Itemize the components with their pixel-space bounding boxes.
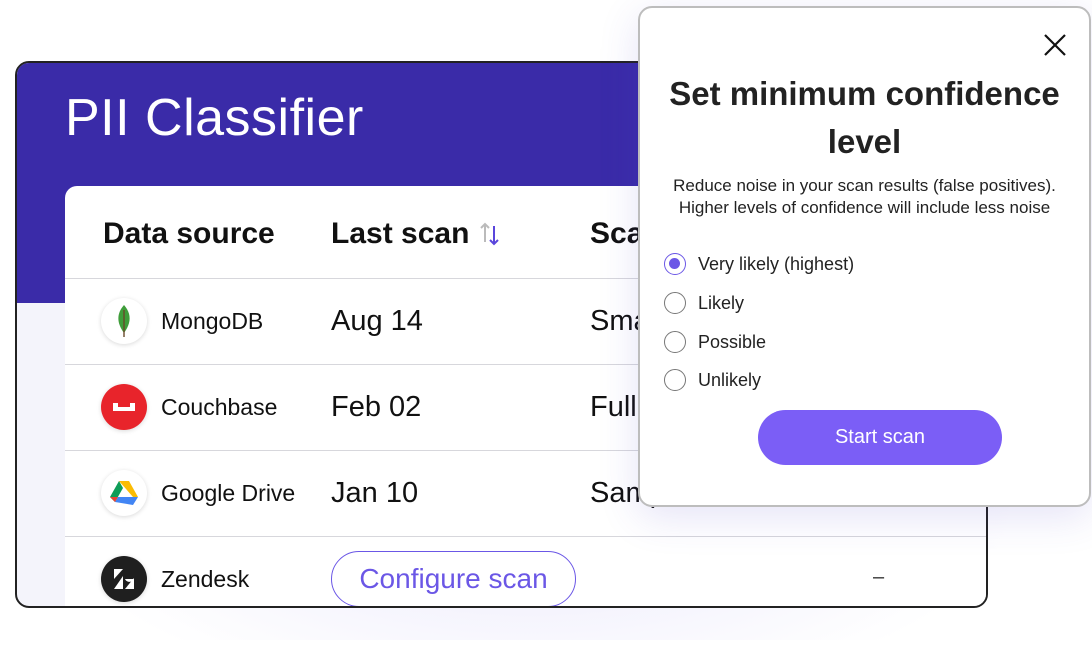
- column-header-last-scan-label: Last scan: [331, 217, 470, 250]
- column-header-data-source: Data source: [103, 217, 275, 250]
- option-label: Likely: [698, 292, 745, 313]
- table-row[interactable]: Zendesk Configure scan –: [65, 536, 986, 606]
- last-scan-date: Feb 02: [331, 391, 422, 423]
- configure-scan-button[interactable]: Configure scan: [331, 551, 576, 606]
- option-likely[interactable]: Likely: [664, 289, 744, 317]
- option-label: Possible: [698, 331, 767, 352]
- option-label: Unlikely: [698, 369, 762, 390]
- modal-description-line: Higher levels of confidence will include…: [678, 198, 1051, 217]
- confidence-level-modal: Set minimum confidence level Reduce nois…: [638, 6, 1091, 507]
- close-icon[interactable]: [1040, 30, 1070, 60]
- start-scan-button[interactable]: Start scan: [758, 410, 1002, 465]
- option-unlikely[interactable]: Unlikely: [664, 366, 761, 394]
- modal-description-line: Reduce noise in your scan results (false…: [673, 176, 1056, 195]
- google-drive-icon: [101, 470, 147, 516]
- radio-button[interactable]: [664, 331, 686, 353]
- radio-button[interactable]: [664, 369, 686, 391]
- mongodb-leaf-icon: [101, 298, 147, 344]
- couchbase-icon: [101, 384, 147, 430]
- option-very-likely[interactable]: Very likely (highest): [664, 250, 854, 278]
- source-name: Google Drive: [161, 480, 296, 506]
- source-name: Zendesk: [161, 566, 250, 592]
- last-scan-date: Jan 10: [331, 477, 419, 509]
- sort-icon[interactable]: [479, 220, 501, 248]
- radio-button[interactable]: [664, 292, 686, 314]
- modal-title: Set minimum confidence level: [669, 75, 1060, 160]
- scan-type: Full: [590, 391, 637, 423]
- app-title: PII Classifier: [65, 89, 364, 147]
- last-scan-date: Aug 14: [331, 305, 423, 337]
- option-possible[interactable]: Possible: [664, 328, 766, 356]
- scan-type-empty: –: [873, 566, 885, 588]
- column-header-last-scan[interactable]: Last scan: [331, 217, 501, 251]
- modal-description: Reduce noise in your scan results (false…: [640, 175, 1089, 219]
- zendesk-icon: [101, 556, 147, 602]
- column-header-scan-type: Sca: [590, 217, 644, 250]
- option-label: Very likely (highest): [698, 253, 855, 274]
- source-name: MongoDB: [161, 308, 264, 334]
- radio-button[interactable]: [664, 253, 686, 275]
- source-name: Couchbase: [161, 394, 278, 420]
